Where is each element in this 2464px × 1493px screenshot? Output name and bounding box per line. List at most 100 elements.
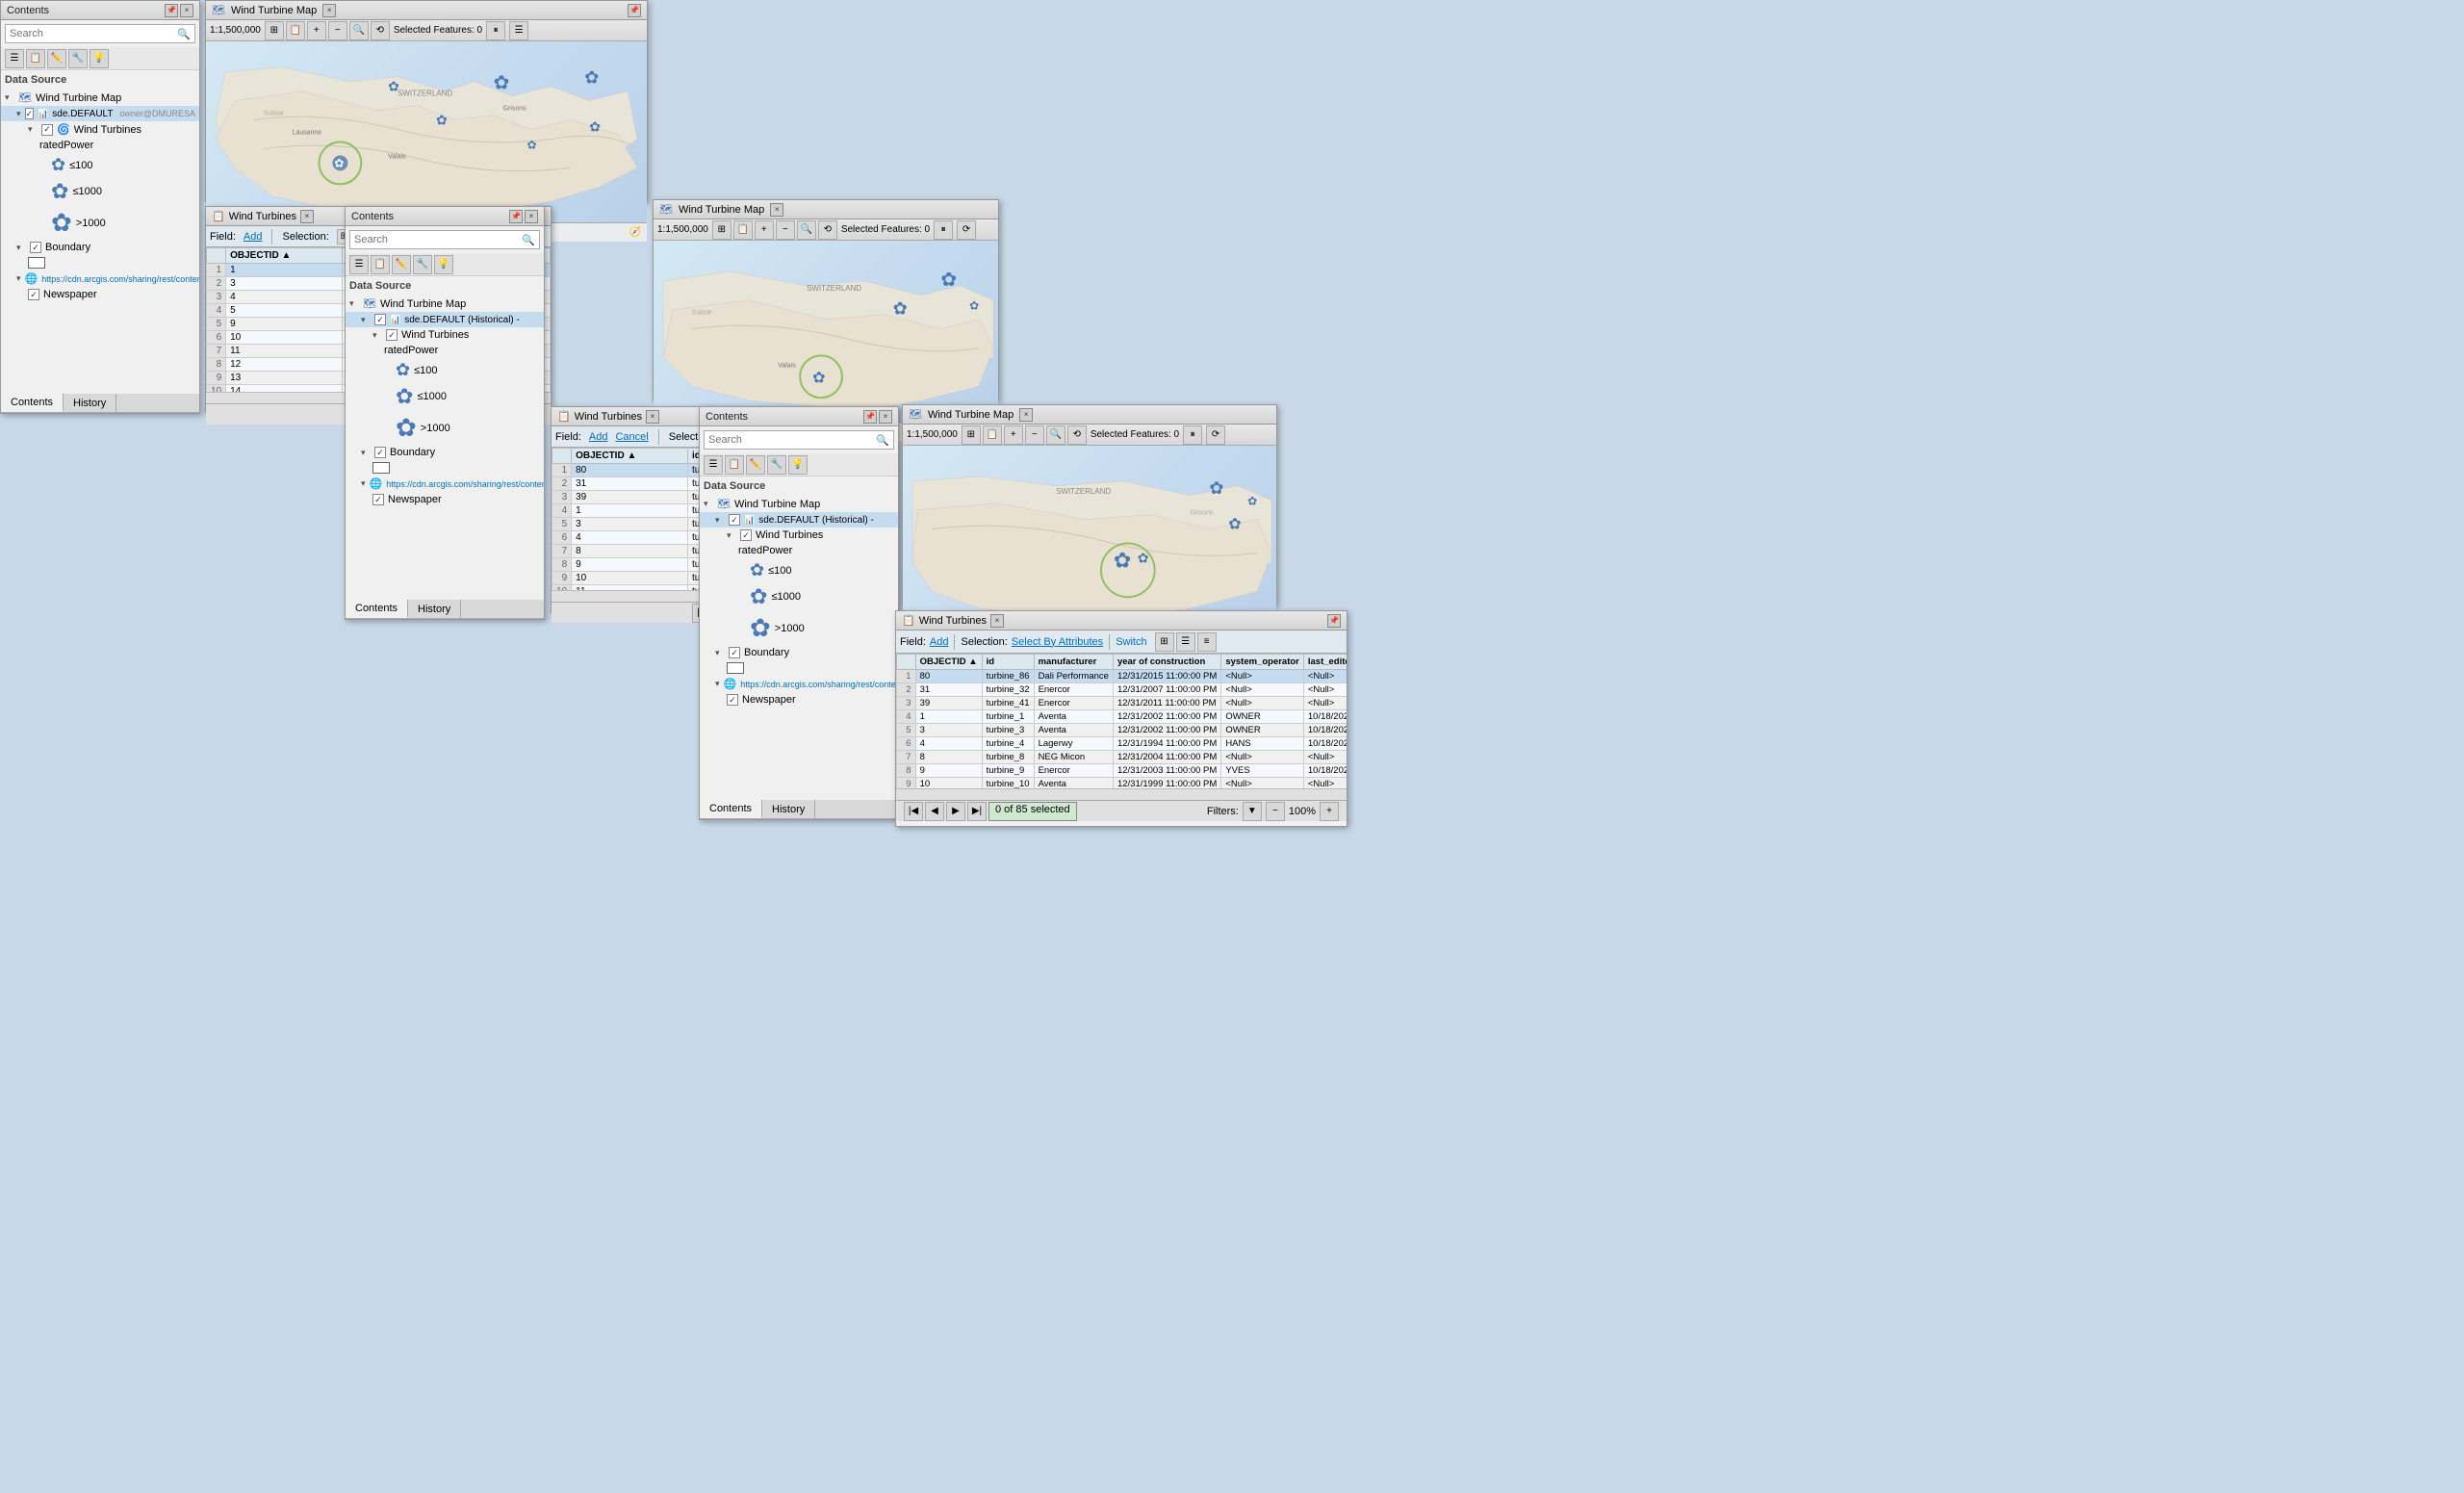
table-row[interactable]: 5 3 turbine_3 Aventa 12/31/2002 11:00:00… — [897, 724, 1348, 737]
tree-newspaper-2[interactable]: Newspaper — [346, 492, 544, 507]
map-tool-3e[interactable]: 🔍 — [1046, 425, 1065, 445]
tree-layer-2[interactable]: ▾ 📊 sde.DEFAULT (Historical) - [End phas… — [346, 312, 544, 327]
cancel-link-2[interactable]: Cancel — [615, 431, 648, 443]
filter-btn-3[interactable]: ▼ — [1243, 802, 1262, 821]
tree-map-item-1[interactable]: ▾ 🗺 Wind Turbine Map — [1, 90, 199, 106]
map-tool-2c[interactable]: + — [755, 220, 774, 240]
tree-group-2[interactable]: ▾ Wind Turbines — [346, 327, 544, 343]
search-input-2[interactable] — [354, 234, 522, 245]
switch-label-3[interactable]: Switch — [1116, 636, 1146, 648]
table-tool-3c[interactable]: ≡ — [1197, 632, 1217, 652]
map-tool-1e[interactable]: 🔍 — [349, 21, 369, 40]
tree-url-3[interactable]: ▾ 🌐 https://cdn.arcgis.com/sharing/rest/… — [700, 676, 898, 692]
tb-btn-2b[interactable]: 📋 — [371, 255, 390, 274]
map-pause-3[interactable]: ⏸ — [1183, 425, 1202, 445]
table-row[interactable]: 8 9 turbine_9 Enercor 12/31/2003 11:00:0… — [897, 764, 1348, 778]
nav-next-3[interactable]: ▶ — [946, 802, 965, 821]
layer-checkbox-1[interactable] — [25, 108, 35, 119]
map-tool-2f[interactable]: ⟲ — [818, 220, 837, 240]
map-tool-2e[interactable]: 🔍 — [797, 220, 816, 240]
boundary-checkbox-3[interactable] — [729, 647, 740, 658]
tb-btn-1d[interactable]: 🔧 — [68, 49, 88, 68]
close-button-2[interactable]: × — [525, 210, 538, 223]
close-button-3[interactable]: × — [879, 410, 892, 424]
col-objectid-2[interactable]: OBJECTID ▲ — [572, 449, 688, 464]
pin-button-2[interactable]: 📌 — [509, 210, 523, 223]
tree-group-1[interactable]: ▾ 🌀 Wind Turbines — [1, 121, 199, 138]
table-tool-3a[interactable]: ⊞ — [1155, 632, 1174, 652]
nav-last-3[interactable]: ▶| — [967, 802, 987, 821]
tb-btn-1c[interactable]: ✏️ — [47, 49, 66, 68]
tb-btn-3d[interactable]: 🔧 — [767, 455, 786, 475]
table-pin-3[interactable]: 📌 — [1327, 614, 1341, 628]
tree-map-item-3[interactable]: ▾ 🗺 Wind Turbine Map — [700, 496, 898, 512]
tab-contents-1[interactable]: Contents — [1, 394, 64, 412]
tb-btn-3b[interactable]: 📋 — [725, 455, 744, 475]
map-pin-1[interactable]: 📌 — [628, 4, 641, 17]
tb-btn-1b[interactable]: 📋 — [26, 49, 45, 68]
map-tool-1c[interactable]: + — [307, 21, 326, 40]
tree-newspaper-3[interactable]: Newspaper — [700, 692, 898, 708]
search-bar-3[interactable]: 🔍 — [704, 430, 894, 450]
group-checkbox-3[interactable] — [740, 529, 752, 541]
map-tool-3c[interactable]: + — [1004, 425, 1023, 445]
table-row[interactable]: 7 8 turbine_8 NEG Micon 12/31/2004 11:00… — [897, 751, 1348, 764]
table-close-3[interactable]: × — [990, 614, 1004, 628]
table-close-1[interactable]: × — [300, 210, 314, 223]
map-tool-3f[interactable]: ⟲ — [1067, 425, 1087, 445]
h-scroll-3[interactable] — [896, 788, 1347, 800]
map-close-3[interactable]: × — [1019, 408, 1033, 422]
col-manufacturer-3[interactable]: manufacturer — [1034, 655, 1113, 670]
zoom-plus-3[interactable]: + — [1320, 802, 1339, 821]
map-tool-2a[interactable]: ⊞ — [712, 220, 732, 240]
tree-boundary-2[interactable]: ▾ Boundary — [346, 445, 544, 460]
tb-btn-2c[interactable]: ✏️ — [392, 255, 411, 274]
tab-history-3[interactable]: History — [762, 800, 815, 818]
map-tool-1b[interactable]: 📋 — [286, 21, 305, 40]
table-row[interactable]: 4 1 turbine_1 Aventa 12/31/2002 11:00:00… — [897, 710, 1348, 724]
tree-group-3[interactable]: ▾ Wind Turbines — [700, 528, 898, 543]
newspaper-checkbox-3[interactable] — [727, 694, 738, 706]
pin-button-3[interactable]: 📌 — [863, 410, 877, 424]
tb-btn-1a[interactable]: ☰ — [5, 49, 24, 68]
table-row[interactable]: 6 4 turbine_4 Lagerwy 12/31/1994 11:00:0… — [897, 737, 1348, 751]
map-close-2[interactable]: × — [770, 203, 783, 217]
layer-checkbox-2[interactable] — [374, 314, 386, 325]
col-id-3[interactable]: id — [982, 655, 1034, 670]
table-tool-3b[interactable]: ☰ — [1176, 632, 1195, 652]
tb-btn-3c[interactable]: ✏️ — [746, 455, 765, 475]
boundary-checkbox-1[interactable] — [30, 242, 41, 253]
tb-btn-2d[interactable]: 🔧 — [413, 255, 432, 274]
search-input-3[interactable] — [708, 434, 876, 446]
map-tool-2d[interactable]: − — [776, 220, 795, 240]
select-by-attrs-3[interactable]: Select By Attributes — [1012, 636, 1103, 648]
table-close-2[interactable]: × — [646, 410, 659, 424]
table-row[interactable]: 1 80 turbine_86 Dali Performance 12/31/2… — [897, 670, 1348, 683]
tree-layer-1[interactable]: ▾ 📊 sde.DEFAULT (Historical) - [End phas… — [1, 106, 199, 121]
col-objectid-3[interactable]: OBJECTID ▲ — [915, 655, 982, 670]
boundary-checkbox-2[interactable] — [374, 447, 386, 458]
table-row[interactable]: 9 10 turbine_10 Aventa 12/31/1999 11:00:… — [897, 778, 1348, 789]
map-tool-1d[interactable]: − — [328, 21, 347, 40]
group-checkbox-1[interactable] — [41, 124, 53, 136]
map-pause-2[interactable]: ⏸ — [934, 220, 953, 240]
map-refresh-2[interactable]: ⟳ — [957, 220, 976, 240]
table-row[interactable]: 3 39 turbine_41 Enercor 12/31/2011 11:00… — [897, 697, 1348, 710]
nav-first-3[interactable]: |◀ — [904, 802, 923, 821]
map-pause-1[interactable]: ⏸ — [486, 21, 505, 40]
tree-url-1[interactable]: ▾ 🌐 https://cdn.arcgis.com/sharing/rest/… — [1, 270, 199, 287]
map-refresh-3[interactable]: ⟳ — [1206, 425, 1225, 445]
tab-history-2[interactable]: History — [408, 600, 461, 618]
search-bar-2[interactable]: 🔍 — [349, 230, 540, 249]
table-scroll-3[interactable]: OBJECTID ▲ id manufacturer year of const… — [896, 654, 1347, 788]
tb-btn-1e[interactable]: 💡 — [90, 49, 109, 68]
group-checkbox-2[interactable] — [386, 329, 398, 341]
col-operator-3[interactable]: system_operator — [1221, 655, 1304, 670]
zoom-minus-3[interactable]: − — [1266, 802, 1285, 821]
tb-btn-2e[interactable]: 💡 — [434, 255, 453, 274]
tree-layer-3[interactable]: ▾ 📊 sde.DEFAULT (Historical) - [End phas… — [700, 512, 898, 528]
tree-boundary-1[interactable]: ▾ Boundary — [1, 240, 199, 255]
add-link-2[interactable]: Add — [589, 431, 608, 443]
tb-btn-2a[interactable]: ☰ — [349, 255, 369, 274]
tab-contents-3[interactable]: Contents — [700, 800, 762, 818]
